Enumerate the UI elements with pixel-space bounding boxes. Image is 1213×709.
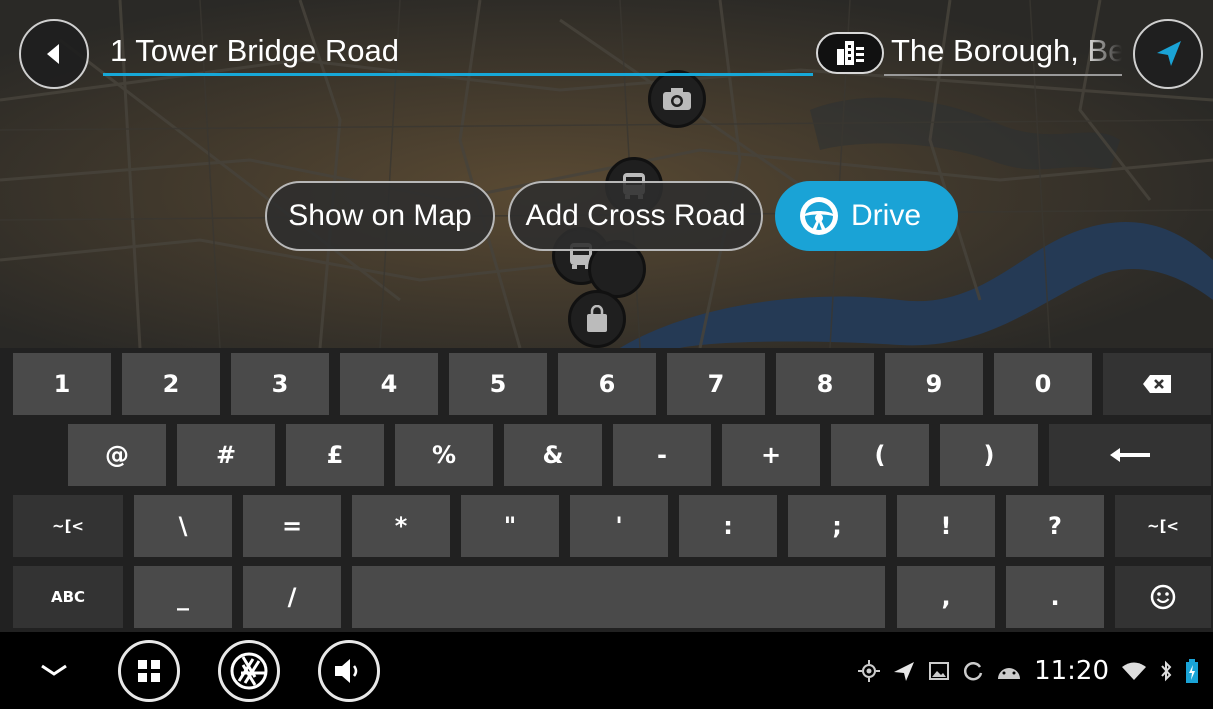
backspace-icon xyxy=(1143,375,1171,393)
poi-camera[interactable] xyxy=(648,70,706,128)
on-screen-keyboard: 1 2 3 4 5 6 7 8 9 0 @ # £ % & - + ( ) ~[… xyxy=(0,348,1213,632)
key-semicolon[interactable]: ; xyxy=(788,495,886,557)
camera-shutter-icon xyxy=(230,652,268,690)
wifi-icon xyxy=(1122,662,1146,680)
key-backslash[interactable]: \ xyxy=(134,495,232,557)
clock: 11:20 xyxy=(1034,656,1109,686)
city-input[interactable]: The Borough, Bermondsey xyxy=(884,28,1122,76)
key-double-quote[interactable]: " xyxy=(461,495,559,557)
chevron-down-icon xyxy=(41,664,67,676)
hide-keyboard-button[interactable] xyxy=(36,658,72,687)
shopping-bag-icon xyxy=(587,305,607,332)
gps-icon xyxy=(858,660,881,682)
back-button[interactable] xyxy=(19,19,89,89)
abc-key[interactable]: ABC xyxy=(13,566,123,628)
key-asterisk[interactable]: * xyxy=(352,495,450,557)
key-slash[interactable]: / xyxy=(243,566,341,628)
key-close-paren[interactable]: ) xyxy=(940,424,1038,486)
key-ampersand[interactable]: & xyxy=(504,424,602,486)
apps-grid-icon xyxy=(138,660,160,682)
key-7[interactable]: 7 xyxy=(667,353,765,415)
navigation-icon xyxy=(894,662,915,681)
key-3[interactable]: 3 xyxy=(231,353,329,415)
enter-key[interactable] xyxy=(1049,424,1211,486)
key-equals[interactable]: = xyxy=(243,495,341,557)
address-input[interactable]: 1 Tower Bridge Road xyxy=(103,28,813,76)
key-2[interactable]: 2 xyxy=(122,353,220,415)
key-9[interactable]: 9 xyxy=(885,353,983,415)
key-percent[interactable]: % xyxy=(395,424,493,486)
show-on-map-label: Show on Map xyxy=(288,199,472,232)
show-on-map-button[interactable]: Show on Map xyxy=(265,181,495,251)
key-open-paren[interactable]: ( xyxy=(831,424,929,486)
key-exclamation[interactable]: ! xyxy=(897,495,995,557)
key-colon[interactable]: : xyxy=(679,495,777,557)
enter-icon xyxy=(1110,448,1150,462)
add-cross-road-button[interactable]: Add Cross Road xyxy=(508,181,763,251)
emoji-key[interactable] xyxy=(1115,566,1211,628)
key-6[interactable]: 6 xyxy=(558,353,656,415)
key-4[interactable]: 4 xyxy=(340,353,438,415)
key-pound[interactable]: £ xyxy=(286,424,384,486)
android-icon xyxy=(998,668,1021,679)
drive-button[interactable]: Drive xyxy=(775,181,958,251)
key-question[interactable]: ? xyxy=(1006,495,1104,557)
camera-button[interactable] xyxy=(218,640,280,702)
apps-button[interactable] xyxy=(118,640,180,702)
space-key[interactable] xyxy=(352,566,885,628)
key-at[interactable]: @ xyxy=(68,424,166,486)
city-input-value: The Borough, Bermondsey xyxy=(891,33,1122,68)
battery-icon xyxy=(1186,659,1198,683)
address-input-value: 1 Tower Bridge Road xyxy=(110,32,399,68)
key-5[interactable]: 5 xyxy=(449,353,547,415)
backspace-key[interactable] xyxy=(1103,353,1211,415)
volume-button[interactable] xyxy=(318,640,380,702)
symbols-shift-key-right[interactable]: ~[< xyxy=(1115,495,1211,557)
camera-icon xyxy=(663,88,691,110)
key-minus[interactable]: - xyxy=(613,424,711,486)
system-navigation-bar: 11:20 xyxy=(0,632,1213,709)
steering-wheel-icon xyxy=(800,197,838,235)
key-comma[interactable]: , xyxy=(897,566,995,628)
add-cross-road-label: Add Cross Road xyxy=(525,199,746,232)
key-1[interactable]: 1 xyxy=(13,353,111,415)
key-8[interactable]: 8 xyxy=(776,353,874,415)
volume-icon xyxy=(335,659,358,683)
status-bar: 11:20 xyxy=(858,656,1199,686)
poi-shop[interactable] xyxy=(568,290,626,348)
current-location-button[interactable] xyxy=(1133,19,1203,89)
key-plus[interactable]: + xyxy=(722,424,820,486)
key-0[interactable]: 0 xyxy=(994,353,1092,415)
key-hash[interactable]: # xyxy=(177,424,275,486)
city-icon xyxy=(837,41,864,65)
map-view[interactable]: 1 Tower Bridge Road The Borough, Bermond… xyxy=(0,0,1213,348)
bluetooth-icon xyxy=(1161,660,1172,682)
drive-label: Drive xyxy=(851,199,922,232)
image-icon xyxy=(929,662,950,680)
emoji-icon xyxy=(1150,584,1176,610)
location-arrow-icon xyxy=(1157,41,1181,66)
symbols-shift-key-left[interactable]: ~[< xyxy=(13,495,123,557)
key-underscore[interactable]: _ xyxy=(134,566,232,628)
key-period[interactable]: . xyxy=(1006,566,1104,628)
city-selector-button[interactable] xyxy=(816,32,884,74)
sync-icon xyxy=(964,662,983,681)
key-apostrophe[interactable]: ' xyxy=(570,495,668,557)
back-arrow-icon xyxy=(47,44,59,64)
